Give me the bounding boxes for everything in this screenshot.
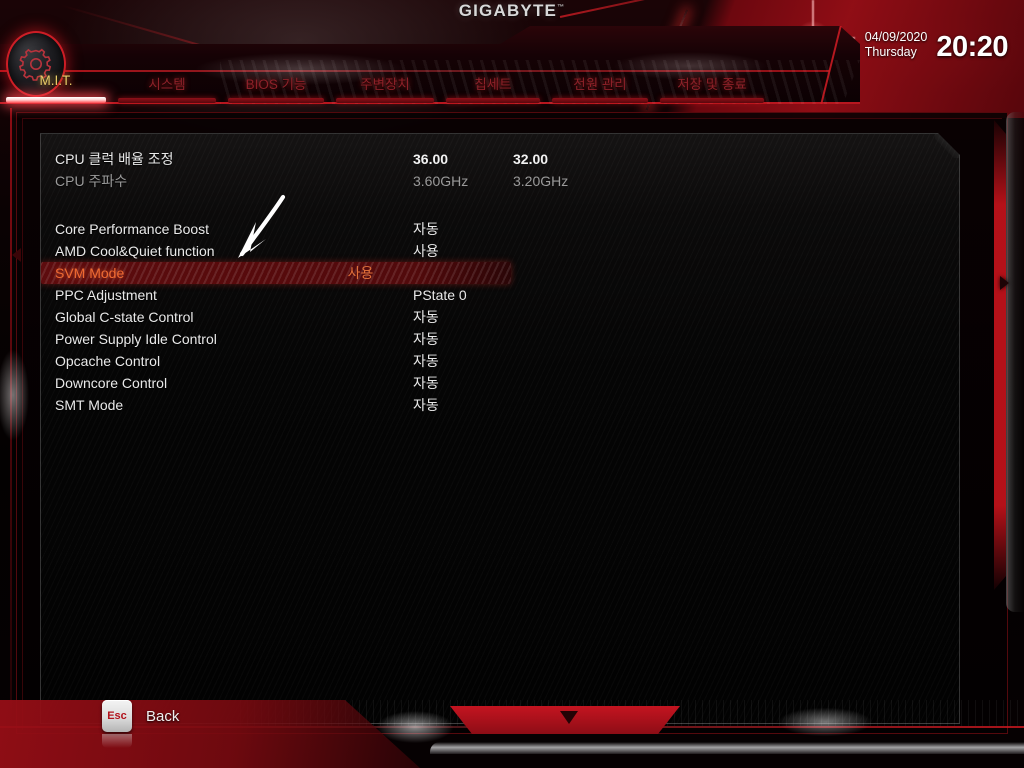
setting-row[interactable]: Global C-state Control 자동 — [41, 306, 959, 328]
gigabyte-logo: GIGABYTE™ — [0, 1, 1024, 21]
setting-value-primary: 사용 — [413, 243, 439, 259]
trademark-mark: ™ — [557, 4, 566, 12]
setting-value-primary: 3.60GHz — [413, 173, 469, 189]
tab-item-6[interactable]: 저장 및 종료 — [654, 68, 770, 104]
setting-value-primary: 자동 — [413, 353, 439, 369]
setting-value-primary: 자동 — [413, 331, 439, 347]
back-button[interactable]: Esc Back — [102, 700, 180, 748]
tab-item-2[interactable]: BIOS 기능 — [222, 68, 330, 104]
tab-underline — [118, 98, 216, 103]
left-edge-glow — [0, 330, 36, 460]
setting-label: Core Performance Boost — [55, 221, 210, 237]
tab-underline — [446, 98, 540, 103]
setting-row[interactable]: SMT Mode 자동 — [41, 394, 959, 416]
bios-setup-screen: GIGABYTE™ 04/09/2020 Thursday 20:20 M.I.… — [0, 0, 1024, 768]
tab-underline — [228, 98, 324, 103]
tab-item-1[interactable]: 시스템 — [112, 68, 222, 104]
tab-label: 시스템 — [148, 77, 186, 92]
setting-label: Downcore Control — [55, 375, 168, 391]
footer-glow-right — [760, 702, 890, 742]
setting-label: AMD Cool&Quiet function — [55, 243, 215, 259]
tab-label: M.I.T. — [39, 73, 73, 88]
tab-label: 주변장치 — [360, 77, 410, 92]
tab-underline — [336, 98, 434, 103]
setting-label: Global C-state Control — [55, 309, 194, 325]
right-frame-glow — [994, 120, 1006, 590]
chevron-left-icon[interactable] — [12, 248, 21, 262]
date-text: 04/09/2020 — [864, 30, 928, 44]
weekday-text: Thursday — [864, 44, 917, 59]
setting-label: CPU 클럭 배율 조정 — [55, 151, 174, 167]
footer-chrome-bar — [430, 742, 1024, 754]
setting-row[interactable]: AMD Cool&Quiet function 사용 — [41, 240, 959, 262]
settings-rows: CPU 클럭 배율 조정 36.00 32.00 CPU 주파수 3.60GHz 3.20… — [41, 148, 959, 416]
setting-label: Power Supply Idle Control — [55, 331, 217, 347]
setting-value-primary: 자동 — [413, 397, 439, 413]
gigabyte-wordmark: GIGABYTE — [458, 1, 558, 20]
setting-value-primary: 자동 — [413, 375, 439, 391]
setting-label: SMT Mode — [55, 397, 124, 413]
setting-label: PPC Adjustment — [55, 287, 157, 303]
esc-key-icon[interactable]: Esc — [102, 700, 132, 732]
settings-panel: CPU 클럭 배율 조정 36.00 32.00 CPU 주파수 3.60GHz 3.20… — [40, 133, 960, 724]
setting-value-secondary: 32.00 — [513, 151, 549, 167]
setting-label: CPU 주파수 — [55, 173, 128, 189]
esc-key-reflection — [102, 734, 132, 748]
tab-label: 칩세트 — [474, 77, 512, 92]
summary-row[interactable]: CPU 주파수 3.60GHz 3.20GHz — [41, 170, 959, 192]
tab-underline — [6, 97, 106, 103]
tab-label: BIOS 기능 — [245, 77, 307, 92]
setting-label: SVM Mode — [55, 265, 125, 281]
main-tab-bar: M.I.T. 시스템 BIOS 기능 주변장치 칩세트 전원 관리 저장 및 종료 — [0, 68, 830, 104]
setting-value-secondary: 3.20GHz — [513, 173, 569, 189]
tab-underline — [660, 98, 764, 103]
setting-label: Opcache Control — [55, 353, 161, 369]
setting-row[interactable]: Power Supply Idle Control 자동 — [41, 328, 959, 350]
setting-row[interactable]: SVM Mode 사용 — [41, 262, 511, 284]
date-block: 04/09/2020 Thursday — [865, 30, 928, 60]
right-scrollbar-rail[interactable] — [1006, 112, 1024, 612]
setting-row[interactable]: Core Performance Boost 자동 — [41, 218, 959, 240]
summary-row[interactable]: CPU 클럭 배율 조정 36.00 32.00 — [41, 148, 959, 170]
tab-label: 전원 관리 — [573, 77, 627, 92]
tab-label: 저장 및 종료 — [677, 77, 747, 92]
datetime-display: 04/09/2020 Thursday 20:20 — [865, 30, 1009, 64]
setting-value-primary: 36.00 — [413, 151, 449, 167]
row-spacer — [41, 192, 959, 218]
tab-underline — [552, 98, 648, 103]
setting-value-primary: PState 0 — [413, 287, 467, 303]
setting-row[interactable]: PPC Adjustment PState 0 — [41, 284, 959, 306]
tab-mit[interactable]: M.I.T. — [0, 68, 112, 104]
tab-item-5[interactable]: 전원 관리 — [546, 68, 654, 104]
setting-row[interactable]: Downcore Control 자동 — [41, 372, 959, 394]
setting-row[interactable]: Opcache Control 자동 — [41, 350, 959, 372]
footer-triangle-icon — [560, 711, 578, 724]
setting-value-primary: 자동 — [413, 309, 439, 325]
time-text: 20:20 — [936, 31, 1008, 63]
setting-value-primary: 사용 — [347, 265, 374, 281]
tab-item-3[interactable]: 주변장치 — [330, 68, 440, 104]
chevron-right-icon[interactable] — [1000, 276, 1009, 290]
back-button-label: Back — [146, 707, 180, 725]
tab-item-4[interactable]: 칩세트 — [440, 68, 546, 104]
setting-value-primary: 자동 — [413, 221, 439, 237]
